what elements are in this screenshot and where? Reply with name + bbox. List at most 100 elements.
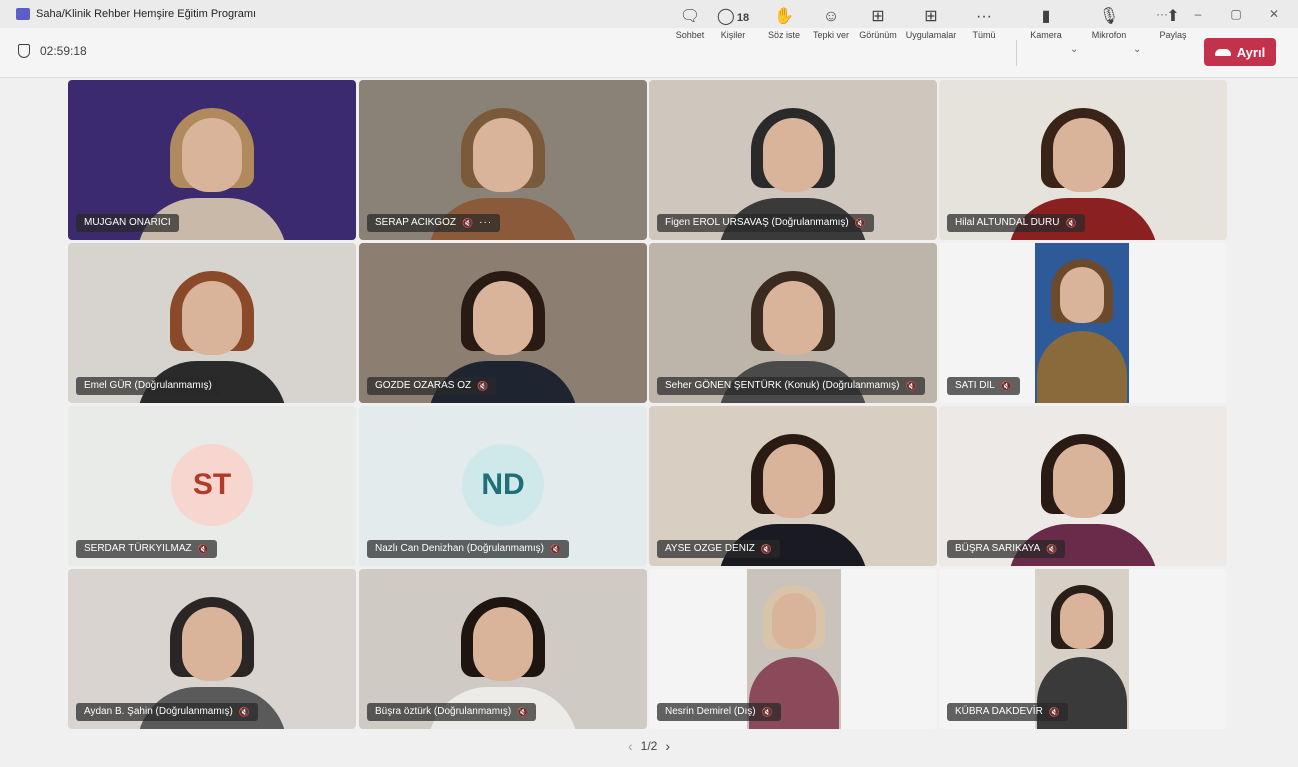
participant-nameplate: Hilal ALTUNDAL DURU 🔇 xyxy=(947,214,1085,232)
hand-icon: ✋ xyxy=(774,8,794,25)
participant-tile[interactable]: AYSE OZGE DENIZ 🔇 xyxy=(649,406,937,566)
participant-nameplate: Büşra öztürk (Doğrulanmamış) 🔇 xyxy=(367,703,537,721)
person-face xyxy=(1053,444,1113,518)
participant-nameplate: BÜŞRA SARIKAYA 🔇 xyxy=(947,540,1066,558)
page-indicator: 1/2 xyxy=(640,739,658,753)
participant-name: Nazlı Can Denizhan (Doğrulanmamış) xyxy=(375,543,544,554)
participant-name: KÜBRA DAKDEVİR xyxy=(955,706,1043,717)
mic-off-icon: 🔇 xyxy=(549,544,562,554)
participant-nameplate: Nazlı Can Denizhan (Doğrulanmamış) 🔇 xyxy=(367,540,570,558)
mic-off-icon: 🔇 xyxy=(1000,381,1013,391)
participant-nameplate: SERDAR TÜRKYILMAZ 🔇 xyxy=(76,540,217,558)
participant-tile[interactable]: KÜBRA DAKDEVİR 🔇 xyxy=(939,569,1227,729)
microphone-icon: 🎙 xyxy=(1098,8,1120,25)
participant-name: SATI DIL xyxy=(955,380,995,391)
more-actions-button[interactable]: ··· Tümü xyxy=(956,6,1012,40)
camera-label: Kamera xyxy=(1030,30,1062,40)
close-button[interactable]: ✕ xyxy=(1256,0,1292,28)
timer-text: 02:59:18 xyxy=(40,44,87,58)
participant-name: AYSE OZGE DENIZ xyxy=(665,543,755,554)
smiley-icon: ☺ xyxy=(822,8,840,25)
mic-off-icon: 🔇 xyxy=(197,544,209,554)
participant-name: Figen EROL URSAVAŞ (Doğrulanmamış) xyxy=(665,217,849,228)
participant-name: Büşra öztürk (Doğrulanmamış) xyxy=(375,706,512,717)
mic-off-icon: 🔇 xyxy=(1046,544,1058,554)
person-face xyxy=(182,281,242,355)
camera-icon: ▮ xyxy=(1041,8,1051,25)
participant-tile[interactable]: GOZDE OZARAS OZ 🔇 xyxy=(359,243,647,403)
shield-icon xyxy=(18,44,30,58)
view-label: Görünüm xyxy=(859,30,897,40)
participant-nameplate: SERAP ACIKGOZ 🔇 ··· xyxy=(367,214,501,232)
participant-tile[interactable]: Figen EROL URSAVAŞ (Doğrulanmamış) 🔇 xyxy=(649,80,937,240)
mic-off-icon: 🔇 xyxy=(1048,707,1061,717)
participant-nameplate: Emel GÜR (Doğrulanmamış) xyxy=(76,377,220,395)
people-icon: ◯ 18 xyxy=(716,8,750,25)
participant-tile[interactable]: Aydan B. Şahin (Doğrulanmamış) 🔇 xyxy=(68,569,356,729)
mic-off-icon: 🔇 xyxy=(905,381,917,391)
person-face xyxy=(182,607,242,681)
next-page-icon[interactable]: › xyxy=(665,738,670,754)
person-face xyxy=(763,444,823,518)
camera-button[interactable]: ▮ Kamera xyxy=(1018,6,1074,40)
participant-tile[interactable]: SATI DIL 🔇 xyxy=(939,243,1227,403)
add-app-icon: ⊞ xyxy=(924,8,938,25)
mic-off-icon: 🔇 xyxy=(517,707,529,717)
participant-nameplate: Figen EROL URSAVAŞ (Doğrulanmamış) 🔇 xyxy=(657,214,874,232)
mic-off-icon: 🔇 xyxy=(854,218,866,228)
apps-button[interactable]: ⊞ Uygulamalar xyxy=(903,6,959,40)
person-face xyxy=(763,118,823,192)
participant-tile[interactable]: Hilal ALTUNDAL DURU 🔇 xyxy=(939,80,1227,240)
participant-tile[interactable]: Nesrin Demirel (Dış) 🔇 xyxy=(649,569,937,729)
mic-off-icon: 🔇 xyxy=(761,707,773,717)
react-label: Tepki ver xyxy=(812,30,849,40)
share-button[interactable]: ⬆ Paylaş xyxy=(1145,6,1201,40)
participant-name: BÜŞRA SARIKAYA xyxy=(955,543,1041,554)
people-button[interactable]: ◯ 18 Kişiler xyxy=(705,6,761,40)
participant-nameplate: Aydan B. Şahin (Doğrulanmamış) 🔇 xyxy=(76,703,258,721)
person-face xyxy=(473,281,533,355)
restore-button[interactable]: ▢ xyxy=(1218,0,1254,28)
view-button[interactable]: ⊞ Görünüm xyxy=(850,6,906,40)
leave-button[interactable]: Ayrıl xyxy=(1204,38,1276,66)
participant-tile[interactable]: Büşra öztürk (Doğrulanmamış) 🔇 xyxy=(359,569,647,729)
avatar: ND xyxy=(462,444,544,526)
participant-more-icon[interactable]: ··· xyxy=(479,214,492,232)
mic-off-icon: 🔇 xyxy=(238,707,250,717)
participant-nameplate: KÜBRA DAKDEVİR 🔇 xyxy=(947,703,1069,721)
participant-tile[interactable]: ND Nazlı Can Denizhan (Doğrulanmamış) 🔇 xyxy=(359,406,647,566)
participant-tile[interactable]: MUJGAN ONARICI xyxy=(68,80,356,240)
participant-tile[interactable]: BÜŞRA SARIKAYA 🔇 xyxy=(939,406,1227,566)
grid-view-icon: ⊞ xyxy=(871,8,885,25)
person-face xyxy=(1053,118,1113,192)
camera-chevron-down-icon[interactable]: ⌄ xyxy=(1070,44,1078,55)
apps-label: Uygulamalar xyxy=(905,30,957,40)
mic-off-icon: 🔇 xyxy=(477,381,489,391)
participant-name: Seher GÖNEN ŞENTÜRK (Konuk) (Doğrulanmam… xyxy=(665,380,900,391)
mic-chevron-down-icon[interactable]: ⌄ xyxy=(1133,44,1141,55)
video-grid: MUJGAN ONARICI SERAP ACIKGOZ 🔇 ··· Figen ERO… xyxy=(68,80,1228,732)
mic-button[interactable]: 🎙 Mikrofon xyxy=(1081,6,1137,40)
person-face xyxy=(772,593,816,649)
participant-tile[interactable]: Emel GÜR (Doğrulanmamış) xyxy=(68,243,356,403)
previous-page-icon[interactable]: ‹ xyxy=(628,738,633,754)
mic-off-icon: 🔇 xyxy=(760,544,773,554)
window-title: Saha/Klinik Rehber Hemşire Eğitim Progra… xyxy=(36,8,257,20)
raise-hand-label: Söz iste xyxy=(767,30,800,40)
participant-tile[interactable]: ST SERDAR TÜRKYILMAZ 🔇 xyxy=(68,406,356,566)
participant-tile[interactable]: SERAP ACIKGOZ 🔇 ··· xyxy=(359,80,647,240)
mic-label: Mikrofon xyxy=(1091,30,1127,40)
participant-name: MUJGAN ONARICI xyxy=(84,217,171,228)
participant-nameplate: Seher GÖNEN ŞENTÜRK (Konuk) (Doğrulanmam… xyxy=(657,377,925,395)
avatar: ST xyxy=(171,444,253,526)
person-face xyxy=(763,281,823,355)
person-body xyxy=(1037,331,1127,403)
share-icon: ⬆ xyxy=(1166,8,1180,25)
participant-tile[interactable]: Seher GÖNEN ŞENTÜRK (Konuk) (Doğrulanmam… xyxy=(649,243,937,403)
participant-name: Aydan B. Şahin (Doğrulanmamış) xyxy=(84,706,233,717)
person-face xyxy=(1060,593,1104,649)
chat-icon: 🗨 xyxy=(679,8,701,25)
participant-name: Emel GÜR (Doğrulanmamış) xyxy=(84,380,212,391)
teams-logo-icon xyxy=(16,8,30,20)
participant-name: SERAP ACIKGOZ xyxy=(375,217,456,228)
